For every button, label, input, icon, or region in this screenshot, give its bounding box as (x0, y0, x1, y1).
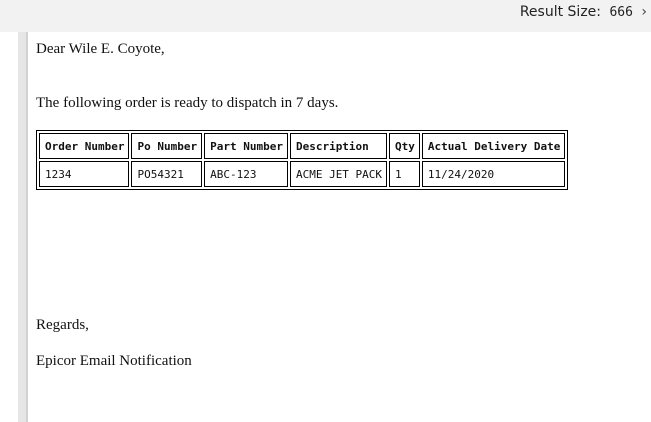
signature: Epicor Email Notification (36, 353, 192, 369)
cell-po-number: PO54321 (131, 161, 203, 187)
table-header-row: Order Number Po Number Part Number Descr… (39, 133, 566, 159)
left-gutter (18, 32, 28, 422)
cell-actual-delivery-date: 11/24/2020 (421, 161, 566, 187)
header-qty: Qty (389, 133, 420, 159)
intro-text: The following order is ready to dispatch… (36, 95, 339, 111)
result-size: Result Size: 666 › (520, 4, 647, 20)
header-po-number: Po Number (131, 133, 203, 159)
header-part-number: Part Number (204, 133, 288, 159)
header-order-number: Order Number (39, 133, 130, 159)
result-size-label: Result Size: (519, 4, 601, 20)
regards: Regards, (36, 317, 89, 333)
order-table: Order Number Po Number Part Number Descr… (36, 130, 569, 190)
cell-description: ACME JET PACK (289, 161, 388, 187)
result-size-value: 666 (609, 5, 633, 20)
header-description: Description (289, 133, 388, 159)
cell-part-number: ABC-123 (204, 161, 288, 187)
table-row: 1234 PO54321 ABC-123 ACME JET PACK 1 11/… (39, 161, 566, 187)
chevron-right-icon[interactable]: › (641, 4, 647, 20)
cell-order-number: 1234 (39, 161, 130, 187)
cell-qty: 1 (389, 161, 420, 187)
greeting: Dear Wile E. Coyote, (36, 41, 165, 57)
result-toolbar: Result Size: 666 › (0, 0, 651, 32)
header-actual-delivery-date: Actual Delivery Date (421, 133, 566, 159)
